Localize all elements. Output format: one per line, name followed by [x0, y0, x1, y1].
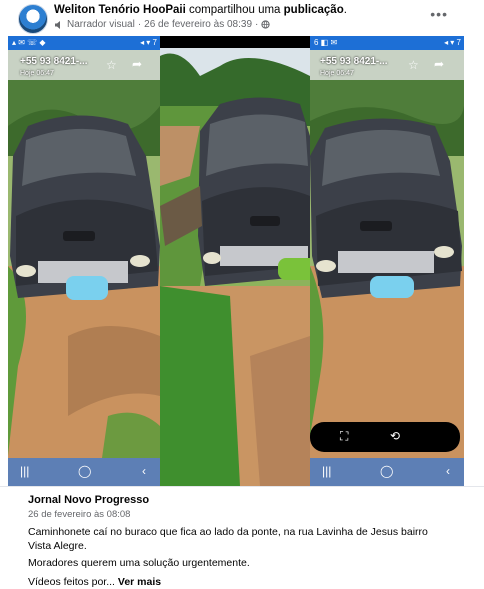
caption-date[interactable]: 26 de fevereiro às 08:08 — [28, 509, 130, 520]
phone-status-bar: 6 ◧ ✉ ◂ ▾ 7 — [310, 36, 464, 50]
caption-text: Caminhonete caí no buraco que fica ao la… — [28, 526, 428, 552]
phone-status-bar: ▴ ✉ ☏ ◆ ◂ ▾ 7 — [8, 36, 160, 50]
publication-link[interactable]: publicação — [284, 4, 344, 16]
phone-number: +55 93 8421-... — [320, 56, 388, 67]
speaker-icon — [55, 20, 60, 29]
globe-icon — [261, 20, 270, 29]
crop-icon[interactable]: ⛶ — [340, 429, 348, 444]
video-frame-2[interactable] — [160, 36, 310, 486]
share-icon: ➦ — [132, 57, 143, 71]
share-line: Weliton Tenório HooPaii compartilhou uma… — [54, 4, 347, 16]
post-header: Weliton Tenório HooPaii compartilhou uma… — [0, 0, 484, 36]
post-timestamp[interactable]: 26 de fevereiro às 08:39 — [144, 19, 252, 30]
avatar[interactable] — [18, 4, 48, 34]
truck-scene-image-1 — [8, 36, 160, 486]
phone-number: +55 93 8421-... — [20, 56, 88, 67]
narrator-label: Narrador visual — [67, 19, 135, 30]
page-name[interactable]: Jornal Novo Progresso — [28, 494, 149, 506]
shared-text: compartilhou uma — [189, 4, 281, 16]
caption-text: Moradores querem uma solução urgentement… — [28, 557, 250, 569]
message-date: Hoje 06:47 — [320, 70, 354, 77]
rotate-icon[interactable]: ⟲ — [390, 429, 400, 443]
blurred-plate — [278, 258, 310, 280]
blurred-plate — [370, 276, 414, 298]
caption-text-truncated: Vídeos feitos por... Ver mais — [28, 575, 448, 589]
star-icon: ☆ — [408, 58, 419, 72]
post-media[interactable]: ▴ ✉ ☏ ◆ ◂ ▾ 7 +55 93 8421-... Hoje 06:47 … — [8, 36, 464, 486]
author-name[interactable]: Weliton Tenório HooPaii — [54, 4, 186, 16]
video-frame-1[interactable]: ▴ ✉ ☏ ◆ ◂ ▾ 7 +55 93 8421-... Hoje 06:47 … — [8, 36, 160, 486]
star-icon: ☆ — [106, 58, 117, 72]
see-more-link[interactable]: Ver mais — [118, 576, 161, 588]
video-frame-3[interactable]: 6 ◧ ✉ ◂ ▾ 7 +55 93 8421-... Hoje 06:47 ☆ … — [310, 36, 464, 486]
divider — [0, 486, 484, 487]
video-controls[interactable]: ⛶ ⟲ — [310, 422, 460, 452]
share-icon: ➦ — [434, 57, 445, 71]
truck-scene-image-3 — [310, 36, 464, 486]
message-date: Hoje 06:47 — [20, 70, 54, 77]
post-meta: Narrador visual · 26 de fevereiro às 08:… — [54, 19, 270, 30]
more-options-button[interactable]: ••• — [430, 6, 448, 22]
caption-snippet: Vídeos feitos por... — [28, 576, 115, 588]
phone-nav-bar: ||| ◯ ‹ — [8, 458, 160, 486]
blurred-plate — [66, 276, 108, 300]
phone-nav-bar: ||| ◯ ‹ — [310, 458, 464, 486]
